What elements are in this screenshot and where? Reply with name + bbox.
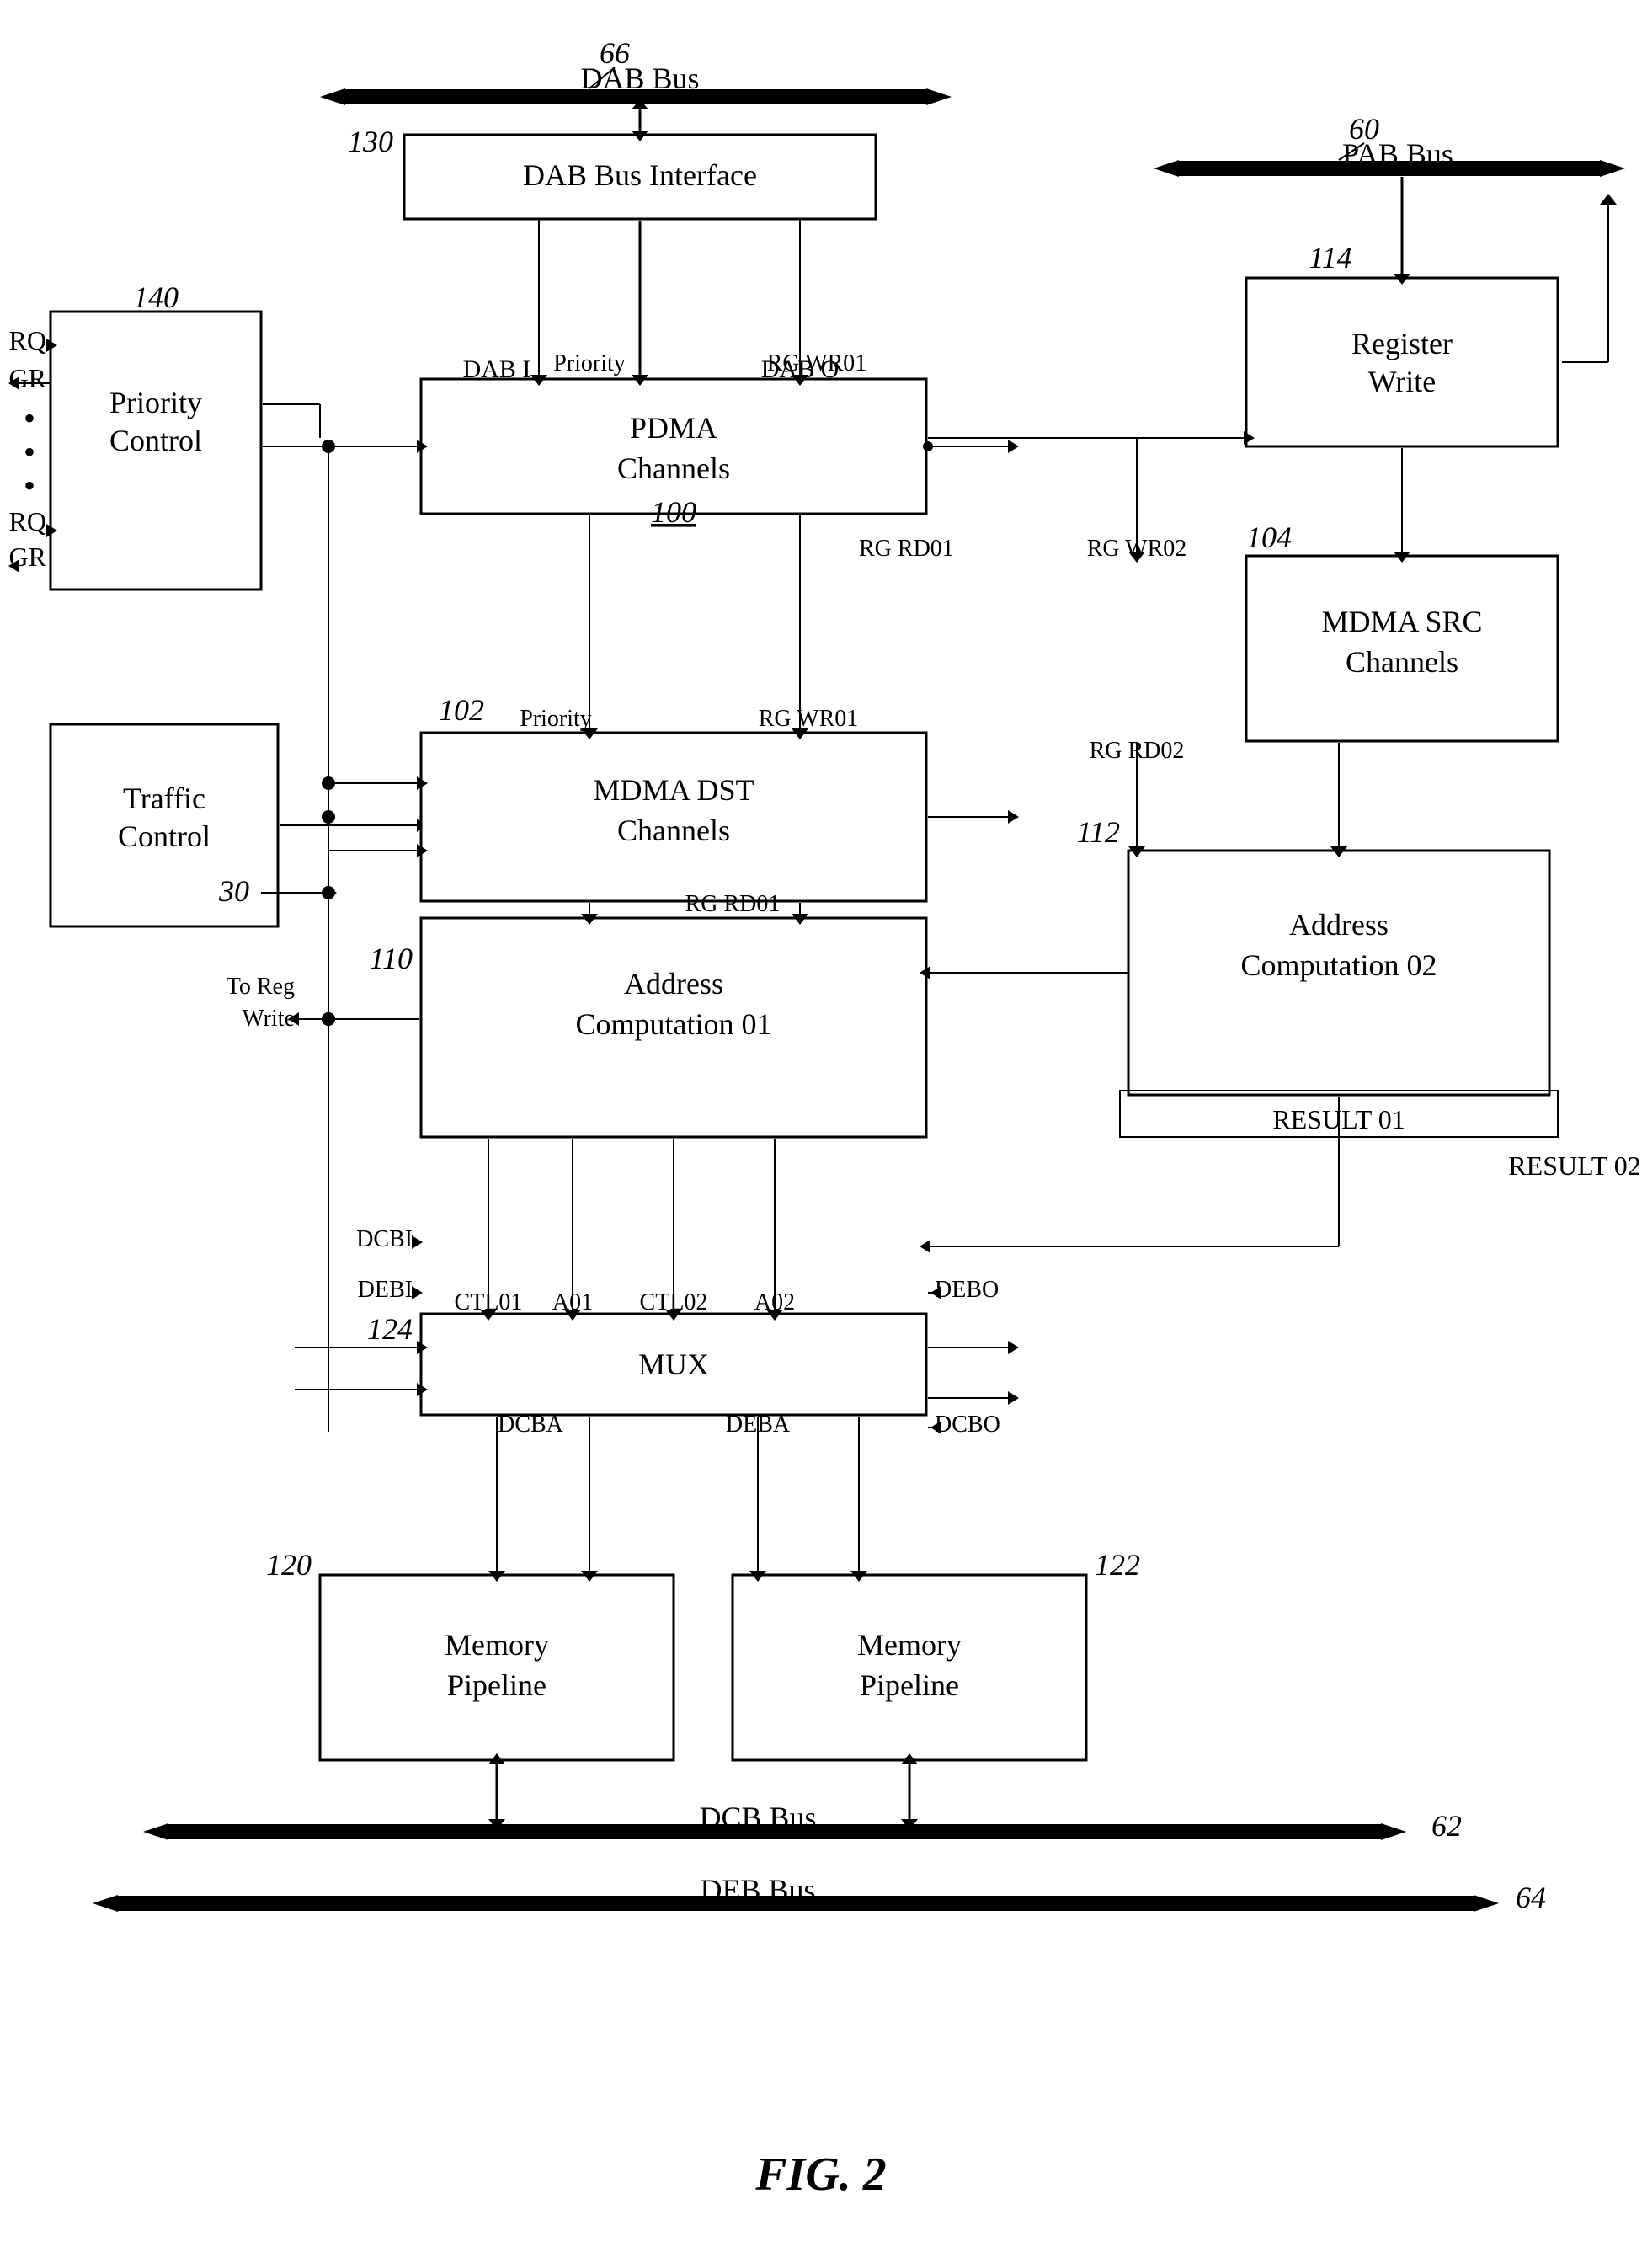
svg-text:120: 120 <box>266 1548 312 1582</box>
svg-text:DAB Bus Interface: DAB Bus Interface <box>523 158 757 192</box>
svg-text:Channels: Channels <box>1346 645 1458 679</box>
svg-text:Traffic: Traffic <box>123 782 205 815</box>
svg-text:DEBO: DEBO <box>935 1277 999 1303</box>
svg-text:•: • <box>24 399 35 437</box>
svg-text:102: 102 <box>439 693 484 727</box>
svg-text:124: 124 <box>367 1312 413 1346</box>
svg-text:GR: GR <box>9 363 47 393</box>
svg-text:30: 30 <box>218 874 249 908</box>
svg-text:DCBO: DCBO <box>935 1411 1000 1438</box>
svg-text:RG RD01: RG RD01 <box>859 536 954 562</box>
svg-text:64: 64 <box>1516 1881 1546 1914</box>
svg-text:MDMA SRC: MDMA SRC <box>1321 605 1482 638</box>
svg-text:DEBI: DEBI <box>358 1277 413 1303</box>
svg-text:Computation 01: Computation 01 <box>576 1007 772 1041</box>
svg-text:62: 62 <box>1431 1809 1462 1843</box>
svg-text:•: • <box>24 467 35 504</box>
svg-text:110: 110 <box>370 942 413 975</box>
figure-label: FIG. 2 <box>754 2148 887 2201</box>
svg-text:RG WR01: RG WR01 <box>759 706 859 732</box>
svg-text:Memory: Memory <box>445 1628 549 1662</box>
svg-text:122: 122 <box>1095 1548 1140 1582</box>
svg-text:Computation 02: Computation 02 <box>1241 948 1437 982</box>
svg-text:Memory: Memory <box>857 1628 962 1662</box>
svg-text:RESULT 02: RESULT 02 <box>1508 1150 1640 1181</box>
svg-text:Pipeline: Pipeline <box>860 1668 959 1702</box>
svg-text:114: 114 <box>1309 241 1351 275</box>
svg-text:DCBA: DCBA <box>498 1411 564 1438</box>
svg-text:Channels: Channels <box>617 814 730 847</box>
diagram-container: 66 DAB Bus 60 PAB Bus DAB Bus Interface … <box>0 0 1642 2268</box>
svg-text:Pipeline: Pipeline <box>447 1668 546 1702</box>
svg-text:Channels: Channels <box>617 451 730 485</box>
svg-text:RG RD01: RG RD01 <box>685 891 781 917</box>
svg-text:MDMA DST: MDMA DST <box>593 773 754 807</box>
svg-text:RG WR01: RG WR01 <box>767 350 867 376</box>
svg-text:MUX: MUX <box>638 1347 709 1381</box>
svg-text:Address: Address <box>1289 908 1389 942</box>
svg-text:Register: Register <box>1351 327 1453 360</box>
svg-text:Write: Write <box>242 1006 295 1032</box>
svg-text:DEB Bus: DEB Bus <box>700 1873 815 1907</box>
svg-text:Priority: Priority <box>553 350 626 376</box>
svg-text:DCBI: DCBI <box>356 1226 413 1252</box>
svg-text:Priority: Priority <box>109 386 202 419</box>
svg-text:PDMA: PDMA <box>630 411 717 445</box>
svg-text:RQ: RQ <box>9 506 46 536</box>
svg-text:DCB Bus: DCB Bus <box>699 1801 816 1834</box>
svg-text:100: 100 <box>651 495 696 529</box>
svg-text:To Reg: To Reg <box>227 974 295 1000</box>
svg-text:112: 112 <box>1077 815 1120 849</box>
svg-text:•: • <box>24 433 35 471</box>
svg-text:Priority: Priority <box>520 706 592 732</box>
svg-text:104: 104 <box>1246 520 1292 554</box>
svg-text:Address: Address <box>624 967 723 1001</box>
svg-text:RQ: RQ <box>9 325 46 355</box>
svg-text:140: 140 <box>133 280 179 314</box>
svg-text:Control: Control <box>109 424 202 457</box>
svg-text:130: 130 <box>348 125 393 158</box>
svg-text:Write: Write <box>1368 365 1437 398</box>
svg-text:Control: Control <box>118 819 211 853</box>
svg-text:PAB Bus: PAB Bus <box>1342 137 1453 171</box>
svg-text:DAB I: DAB I <box>463 355 531 383</box>
svg-text:DAB Bus: DAB Bus <box>580 61 699 95</box>
